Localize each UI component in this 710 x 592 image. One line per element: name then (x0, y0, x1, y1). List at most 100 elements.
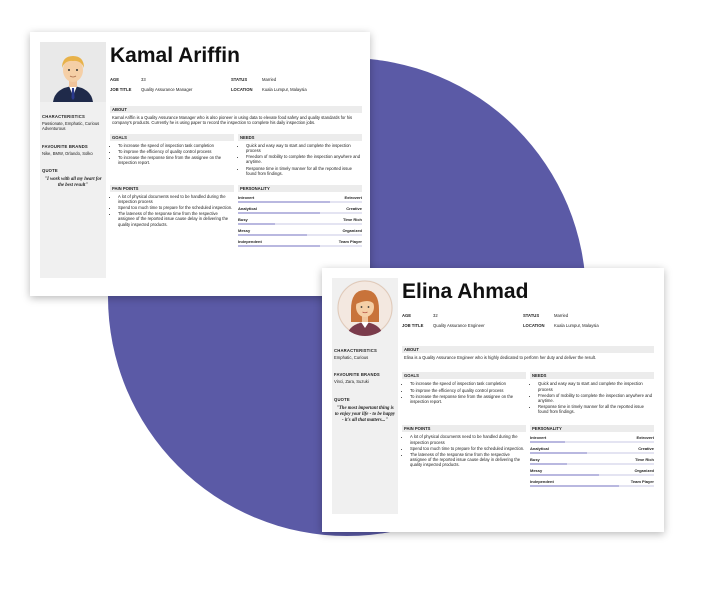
scale-fill (530, 452, 588, 455)
personality-scale: Analytical Creative (530, 446, 654, 455)
list-item: A lot of physical documents need to be h… (410, 434, 526, 445)
age-label: AGE (110, 77, 120, 82)
needs-list: Quick and easy way to start and complete… (530, 381, 654, 414)
scale-right-label: Team Player (338, 238, 362, 244)
scale-left-label: Introvert (238, 194, 255, 200)
list-item: Freedom of mobility to complete the insp… (246, 154, 362, 165)
location-value: Kuala Lumpur, Malaysia (262, 87, 307, 92)
brands-heading: FAVOURITE BRANDS (334, 372, 380, 378)
job-value: Quality Assurance Manager (141, 87, 193, 92)
status-label: STATUS (231, 77, 248, 82)
scale-track (238, 222, 362, 225)
characteristics-text: Passionate, Emphatic, Curious Adventurou… (42, 121, 100, 132)
age-value: 33 (141, 77, 146, 82)
list-item: Response time in timely manner for all t… (538, 404, 654, 415)
brands-text: Nike, BMW, Orlando, Solko (42, 150, 93, 156)
scale-right-label: Creative (346, 205, 362, 211)
personality-scale: Messy Organized (238, 228, 362, 236)
scale-track (530, 463, 654, 466)
scale-fill (530, 485, 620, 488)
scale-track (238, 233, 362, 236)
list-item: Spend too much time to prepare for the s… (118, 205, 234, 210)
list-item: To increase the response time from the a… (118, 155, 234, 166)
brands-text: Vinci, Zara, Suzuki (334, 379, 369, 385)
about-text: Elina is a Quality Assurance Engineer wh… (404, 355, 597, 360)
personality-scale: Analytical Creative (238, 206, 362, 214)
persona-sidebar: CHARACTERISTICS Emphatic, Curious FAVOUR… (332, 278, 398, 514)
scale-track (238, 211, 362, 214)
scale-left-label: Busy (238, 216, 248, 222)
scale-fill (238, 233, 308, 236)
needs-heading: NEEDS (530, 372, 654, 380)
location-label: LOCATION (523, 323, 545, 328)
scale-right-label: Organized (342, 227, 362, 233)
scale-fill (530, 474, 600, 477)
job-value: Quality Assurance Engineer (433, 323, 485, 328)
list-item: To increase the response time from the a… (410, 394, 526, 405)
scale-fill (238, 200, 330, 203)
personality-scale: Independent Team Player (238, 239, 362, 247)
scale-right-label: Organized (634, 468, 654, 474)
personality-scales: Introvert Extrovert Analytical Creative Busy… (530, 435, 654, 488)
scale-left-label: Introvert (530, 435, 547, 441)
scale-track (530, 441, 654, 444)
needs-list: Quick and easy way to start and complete… (238, 143, 362, 176)
characteristics-text: Emphatic, Curious (334, 355, 369, 360)
scale-right-label: Extrovert (344, 194, 362, 200)
list-item: Quick and easy way to start and complete… (538, 381, 654, 392)
scale-left-label: Independent (238, 238, 262, 244)
scale-left-label: Busy (530, 457, 540, 463)
persona-name: Kamal Ariffin (110, 44, 240, 67)
characteristics-heading: CHARACTERISTICS (42, 114, 86, 119)
list-item: The lateness of the response time from t… (118, 211, 234, 227)
scale-right-label: Time Rich (342, 216, 362, 222)
scale-track (530, 474, 654, 477)
status-label: STATUS (523, 313, 540, 318)
about-heading: ABOUT (110, 106, 362, 113)
quote-text: "I work with all my heart for the best r… (44, 176, 102, 188)
scale-right-label: Extrovert (636, 435, 654, 441)
characteristics-heading: CHARACTERISTICS (334, 348, 378, 353)
female-avatar-icon (337, 280, 393, 336)
personality-scale: Messy Organized (530, 468, 654, 477)
personality-scale: Busy Time Rich (238, 217, 362, 225)
list-item: Spend too much time to prepare for the s… (410, 446, 526, 451)
persona-card-kamal: CHARACTERISTICS Passionate, Emphatic, Cu… (30, 32, 370, 296)
quote-heading: QUOTE (334, 396, 350, 402)
scale-right-label: Time Rich (634, 457, 654, 463)
persona-main: ABOUT Elina is a Quality Assurance Engin… (402, 346, 654, 488)
quote-heading: QUOTE (42, 167, 58, 173)
list-item: Response time in timely manner for all t… (246, 166, 362, 177)
persona-card-elina: CHARACTERISTICS Emphatic, Curious FAVOUR… (322, 268, 664, 532)
scale-left-label: Independent (530, 479, 554, 485)
personality-scale: Introvert Extrovert (530, 435, 654, 444)
scale-fill (530, 463, 568, 466)
age-label: AGE (402, 313, 412, 318)
age-value: 32 (433, 313, 438, 318)
about-heading: ABOUT (402, 346, 654, 353)
list-item: To increase the speed of inspection task… (118, 143, 234, 148)
scale-left-label: Analytical (238, 205, 257, 211)
goals-heading: GOALS (110, 133, 234, 141)
personality-scale: Independent Team Player (530, 479, 654, 488)
quote-text: "The most important thing is to enjoy yo… (334, 405, 396, 423)
job-label: JOB TITLE (402, 323, 424, 328)
scale-track (530, 452, 654, 455)
persona-main: ABOUT Kamal Ariffin is a Quality Assuran… (110, 106, 362, 247)
list-item: To improve the efficiency of quality con… (410, 388, 526, 393)
pain-points-heading: PAIN POINTS (110, 184, 234, 192)
personality-heading: PERSONALITY (238, 184, 362, 192)
persona-name: Elina Ahmad (402, 280, 529, 303)
goals-list: To increase the speed of inspection task… (402, 381, 526, 404)
scale-fill (530, 441, 565, 444)
list-item: To increase the speed of inspection task… (410, 381, 526, 386)
pain-points-heading: PAIN POINTS (402, 425, 526, 433)
list-item: Quick and easy way to start and complete… (246, 143, 362, 154)
scale-fill (238, 244, 320, 247)
persona-meta: AGE 32 STATUS Married JOB TITLE Quality … (402, 313, 654, 333)
brands-heading: FAVOURITE BRANDS (42, 143, 88, 149)
about-text: Kamal Ariffin is a Quality Assurance Man… (112, 115, 353, 126)
location-label: LOCATION (231, 87, 253, 92)
status-value: Married (554, 313, 569, 318)
scale-fill (238, 211, 320, 214)
